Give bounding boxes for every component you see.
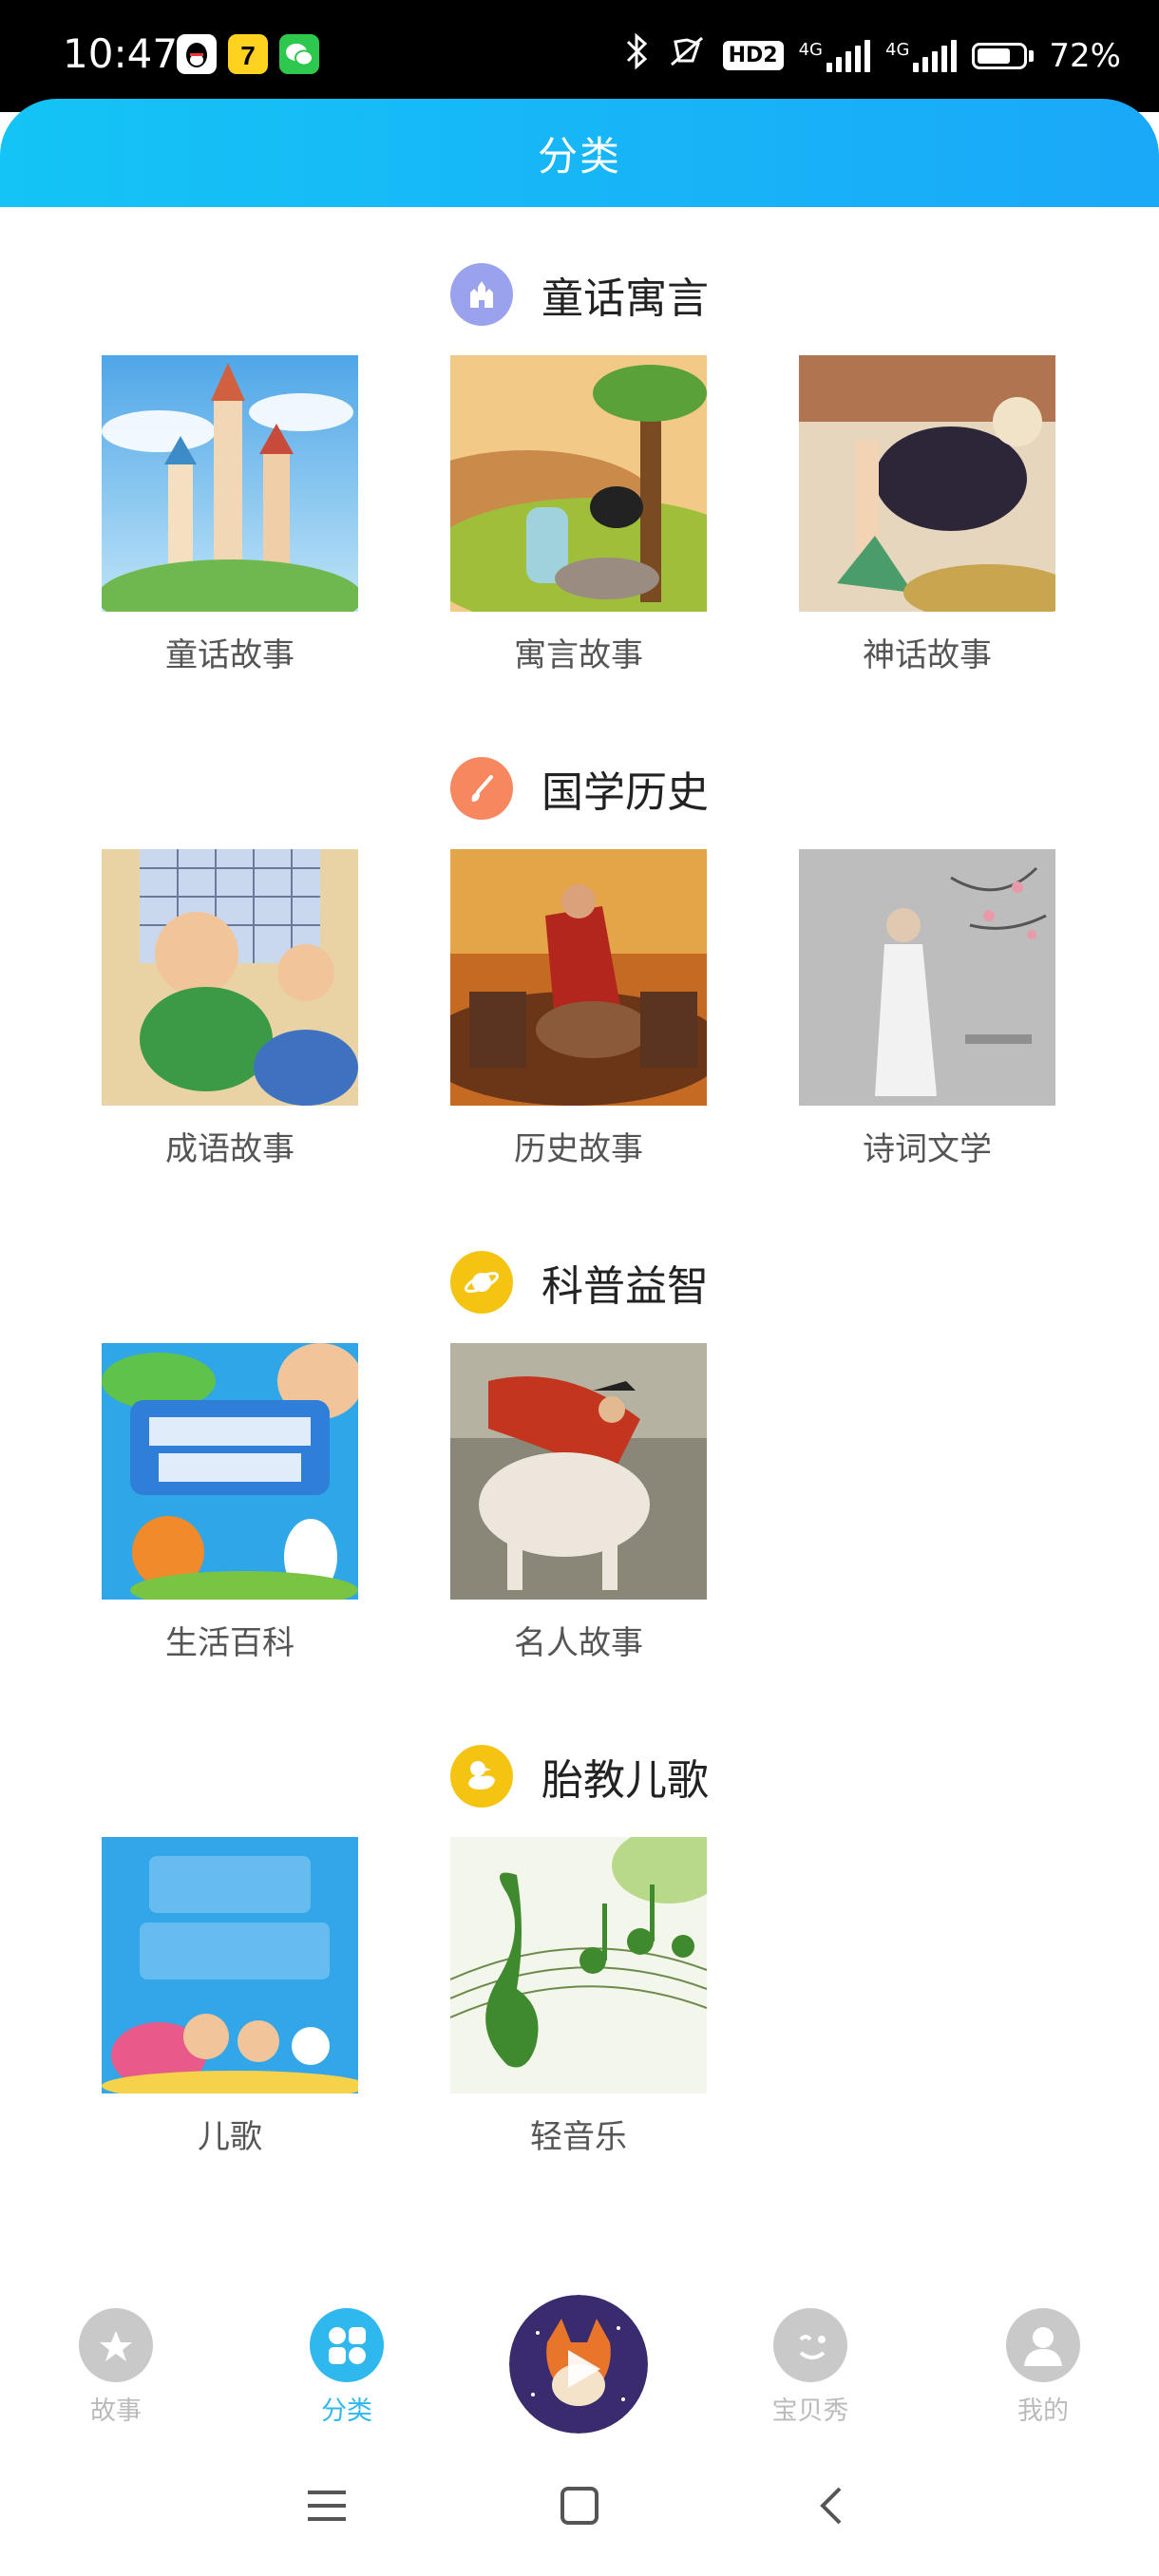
tile-label: 童话故事 [165,636,294,674]
category-tile-history[interactable]: 历史故事 [450,849,707,1169]
category-tile-songs[interactable]: 儿歌 [102,1837,358,2157]
famous-people-thumbnail [450,1343,707,1600]
bottom-nav: 故事 分类 宝贝秀 我的 [0,2270,1159,2441]
tile-label: 成语故事 [165,1130,294,1168]
tile-label: 儿歌 [198,2118,262,2156]
nav-item-stories[interactable]: 故事 [49,2308,182,2427]
status-bar: 10:47 7 HD2 4G 4G 72% [0,0,1159,112]
battery-icon [972,42,1035,69]
myth-thumbnail [799,355,1055,612]
play-icon [509,2295,648,2434]
fairy-tale-thumbnail [102,355,358,612]
idiom-thumbnail [102,849,358,1106]
nav-item-baby-show[interactable]: 宝贝秀 [744,2308,877,2427]
nav-label: 故事 [90,2396,142,2426]
planet-icon [450,1251,513,1314]
tile-label: 历史故事 [514,1130,643,1168]
category-tile-encyclopedia[interactable]: 生活百科 [102,1343,358,1663]
back-icon[interactable] [809,2483,855,2529]
battery-percent: 72% [1049,36,1121,75]
section-header: 国学历史 [450,756,709,821]
system-nav-bar [0,2460,1159,2555]
category-tile-fable[interactable]: 寓言故事 [450,355,707,675]
section-header: 胎教儿歌 [450,1744,709,1809]
encyclopedia-thumbnail [102,1343,358,1600]
svg-text:7: 7 [240,41,256,70]
planet-star-icon [79,2308,153,2382]
category-tile-light-music[interactable]: 轻音乐 [450,1837,707,2157]
wink-face-icon [773,2308,847,2382]
tile-label: 生活百科 [165,1624,294,1662]
signal-2: 4G [885,39,958,72]
category-tile-poetry[interactable]: 诗词文学 [799,849,1055,1169]
nav-label: 分类 [321,2396,372,2426]
status-time: 10:47 [63,30,179,77]
nav-item-categories[interactable]: 分类 [280,2308,413,2427]
bluetooth-icon [622,32,651,79]
section-title: 童话寓言 [542,275,709,323]
fable-thumbnail [450,355,707,612]
section-title: 国学历史 [542,768,709,817]
hd-badge: HD2 [722,41,784,70]
nav-label: 宝贝秀 [771,2396,849,2426]
game-app-icon: 7 [228,34,268,74]
tile-label: 神话故事 [863,636,992,674]
section-title: 胎教儿歌 [542,1756,709,1805]
wechat-app-icon [279,34,319,74]
category-tile-myth[interactable]: 神话故事 [799,355,1055,675]
castle-icon [450,263,513,326]
home-icon[interactable] [557,2483,602,2529]
tile-label: 寓言故事 [514,636,643,674]
section-title: 科普益智 [542,1262,709,1311]
category-tile-famous-people[interactable]: 名人故事 [450,1343,707,1663]
duck-icon [450,1745,513,1808]
vibrate-off-icon [666,32,708,79]
signal-1: 4G [799,39,871,72]
poetry-thumbnail [799,849,1055,1106]
nav-label: 我的 [1017,2396,1069,2426]
brush-icon [450,757,513,820]
tile-label: 轻音乐 [530,2118,627,2156]
grid-icon [310,2308,384,2382]
status-indicators: HD2 4G 4G 72% [622,32,1121,79]
songs-thumbnail [102,1837,358,2093]
light-music-thumbnail [450,1837,707,2093]
center-play-button[interactable] [509,2295,648,2434]
history-thumbnail [450,849,707,1106]
qq-app-icon [177,34,217,74]
section-header: 童话寓言 [450,262,709,327]
nav-item-me[interactable]: 我的 [977,2308,1110,2427]
section-header: 科普益智 [450,1250,709,1315]
menu-icon[interactable] [304,2483,350,2529]
tile-label: 诗词文学 [863,1130,992,1168]
page-title: 分类 [537,132,621,180]
category-tile-idiom[interactable]: 成语故事 [102,849,358,1169]
tile-label: 名人故事 [514,1624,643,1662]
header-bar: 分类 [0,99,1159,207]
user-icon [1006,2308,1080,2382]
category-tile-fairy-tale[interactable]: 童话故事 [102,355,358,675]
